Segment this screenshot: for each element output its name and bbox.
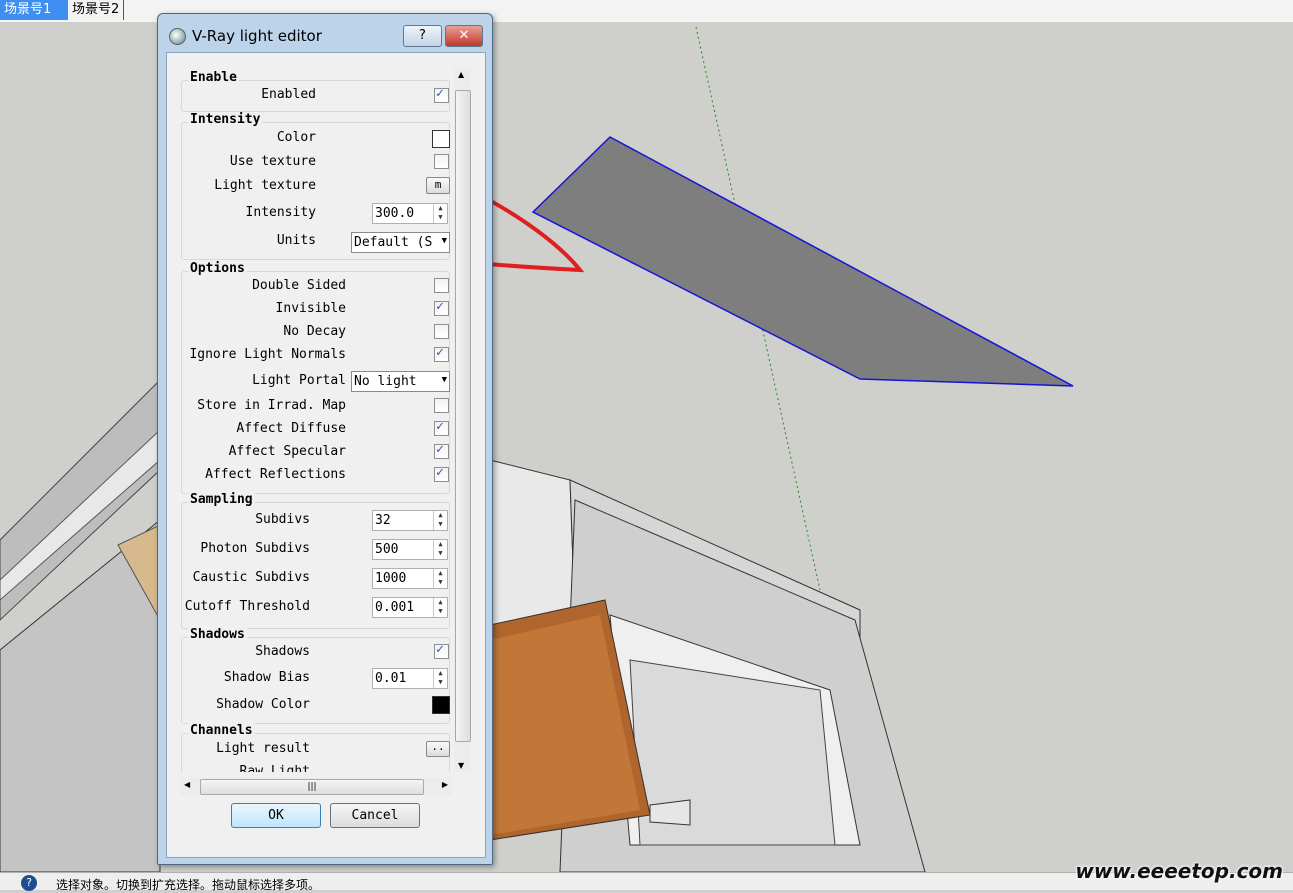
horizontal-scrollbar[interactable]: ◀ ||| ▶ xyxy=(180,778,452,795)
use-texture-label: Use texture xyxy=(229,154,316,169)
light-texture-button[interactable]: m xyxy=(426,177,450,194)
spinner-arrows-icon[interactable]: ▲ ▼ xyxy=(433,598,447,617)
no-decay-checkbox[interactable] xyxy=(434,324,449,339)
shadows-label: Shadows xyxy=(255,644,310,659)
units-label: Units xyxy=(276,233,316,248)
close-button[interactable]: ✕ xyxy=(445,25,483,47)
horizontal-scroll-thumb[interactable]: ||| xyxy=(200,779,424,795)
intensity-value: 300.0 xyxy=(375,206,415,221)
ignore-normals-checkbox[interactable] xyxy=(434,345,449,362)
store-irrad-checkbox[interactable] xyxy=(434,398,449,413)
spinner-arrows-icon[interactable]: ▲ ▼ xyxy=(433,569,447,588)
cutoff-threshold-label: Cutoff Threshold xyxy=(184,599,310,614)
raw-light-label: Raw Light xyxy=(239,764,310,772)
no-decay-label: No Decay xyxy=(283,324,346,339)
vray-logo-icon xyxy=(169,28,186,45)
help-button[interactable]: ? xyxy=(403,25,442,47)
shadow-bias-value: 0.01 xyxy=(375,671,407,686)
intensity-label: Intensity xyxy=(245,205,316,220)
affect-specular-checkbox[interactable] xyxy=(434,442,449,459)
spinner-arrows-icon[interactable]: ▲ ▼ xyxy=(433,669,447,688)
use-texture-checkbox[interactable] xyxy=(434,154,449,169)
light-color-swatch[interactable] xyxy=(432,130,450,148)
dialog-titlebar[interactable]: V-Ray light editor ? ✕ xyxy=(158,14,492,54)
chevron-down-icon: ▼ xyxy=(441,236,447,246)
subdivs-spinner[interactable]: 32 ▲ ▼ xyxy=(372,510,448,531)
color-label: Color xyxy=(276,130,316,145)
shadow-color-swatch[interactable] xyxy=(432,696,450,714)
channels-group-title: Channels xyxy=(188,723,255,738)
scroll-down-icon[interactable]: ▼ xyxy=(458,761,464,770)
scroll-left-icon[interactable]: ◀ xyxy=(184,780,190,789)
sampling-group-title: Sampling xyxy=(188,492,255,507)
photon-subdivs-spinner[interactable]: 500 ▲ ▼ xyxy=(372,539,448,560)
ok-button[interactable]: OK xyxy=(231,803,321,828)
scene-tab-1[interactable]: 场景号1 xyxy=(0,0,68,20)
caustic-subdivs-value: 1000 xyxy=(375,571,407,586)
shadow-color-label: Shadow Color xyxy=(216,697,310,712)
affect-diffuse-checkbox[interactable] xyxy=(434,419,449,436)
intensity-spinner[interactable]: 300.0 ▲ ▼ xyxy=(372,203,448,224)
light-portal-dropdown[interactable]: No light ▼ xyxy=(351,371,450,392)
scroll-right-icon[interactable]: ▶ xyxy=(442,780,448,789)
invisible-checkbox[interactable] xyxy=(434,299,449,316)
subdivs-label: Subdivs xyxy=(255,512,310,527)
spinner-arrows-icon[interactable]: ▲ ▼ xyxy=(433,540,447,559)
light-result-label: Light result xyxy=(216,741,310,756)
affect-specular-label: Affect Specular xyxy=(228,444,346,459)
ignore-normals-label: Ignore Light Normals xyxy=(189,347,346,362)
enabled-checkbox[interactable] xyxy=(434,86,449,103)
cutoff-threshold-spinner[interactable]: 0.001 ▲ ▼ xyxy=(372,597,448,618)
light-portal-value: No light xyxy=(354,374,417,389)
units-value: Default (S xyxy=(354,235,433,250)
shadows-checkbox[interactable] xyxy=(434,642,449,659)
caustic-subdivs-label: Caustic Subdivs xyxy=(192,570,310,585)
store-irrad-label: Store in Irrad. Map xyxy=(197,398,346,413)
subdivs-value: 32 xyxy=(375,513,391,528)
photon-subdivs-label: Photon Subdivs xyxy=(200,541,310,556)
scene-tab-2[interactable]: 场景号2 xyxy=(68,0,125,20)
double-sided-checkbox[interactable] xyxy=(434,278,449,293)
vray-light-editor-dialog: V-Ray light editor ? ✕ Enable Enabled In… xyxy=(157,13,493,865)
caustic-subdivs-spinner[interactable]: 1000 ▲ ▼ xyxy=(372,568,448,589)
intensity-group-title: Intensity xyxy=(188,112,263,127)
enabled-label: Enabled xyxy=(261,87,316,102)
light-texture-label: Light texture xyxy=(214,178,316,193)
light-portal-label: Light Portal xyxy=(252,373,346,388)
cutoff-threshold-value: 0.001 xyxy=(375,600,415,615)
spinner-arrows-icon[interactable]: ▲ ▼ xyxy=(433,511,447,530)
dialog-title: V-Ray light editor xyxy=(192,27,322,45)
properties-panel[interactable]: Enable Enabled Intensity Color Use textu… xyxy=(180,68,452,772)
spinner-arrows-icon[interactable]: ▲ ▼ xyxy=(433,204,447,223)
vertical-scrollbar[interactable]: ▲ ▼ xyxy=(454,68,471,772)
enable-group-title: Enable xyxy=(188,70,239,85)
cancel-button[interactable]: Cancel xyxy=(330,803,420,828)
double-sided-label: Double Sided xyxy=(252,278,346,293)
chevron-down-icon: ▼ xyxy=(441,375,447,385)
affect-reflections-checkbox[interactable] xyxy=(434,465,449,482)
dialog-client-area: Enable Enabled Intensity Color Use textu… xyxy=(166,52,486,858)
scroll-up-icon[interactable]: ▲ xyxy=(458,70,464,79)
light-result-button[interactable]: .. xyxy=(426,741,450,757)
units-dropdown[interactable]: Default (S ▼ xyxy=(351,232,450,253)
shadow-bias-label: Shadow Bias xyxy=(223,670,310,685)
invisible-label: Invisible xyxy=(275,301,346,316)
affect-reflections-label: Affect Reflections xyxy=(205,467,346,482)
shadows-group-title: Shadows xyxy=(188,627,247,642)
options-group-title: Options xyxy=(188,261,247,276)
vertical-scroll-thumb[interactable] xyxy=(455,90,471,742)
status-message: 选择对象。切换到扩充选择。拖动鼠标选择多项。 xyxy=(56,878,321,892)
affect-diffuse-label: Affect Diffuse xyxy=(236,421,346,436)
photon-subdivs-value: 500 xyxy=(375,542,399,557)
shadow-bias-spinner[interactable]: 0.01 ▲ ▼ xyxy=(372,668,448,689)
watermark: www.eeeetop.com xyxy=(1075,859,1283,883)
